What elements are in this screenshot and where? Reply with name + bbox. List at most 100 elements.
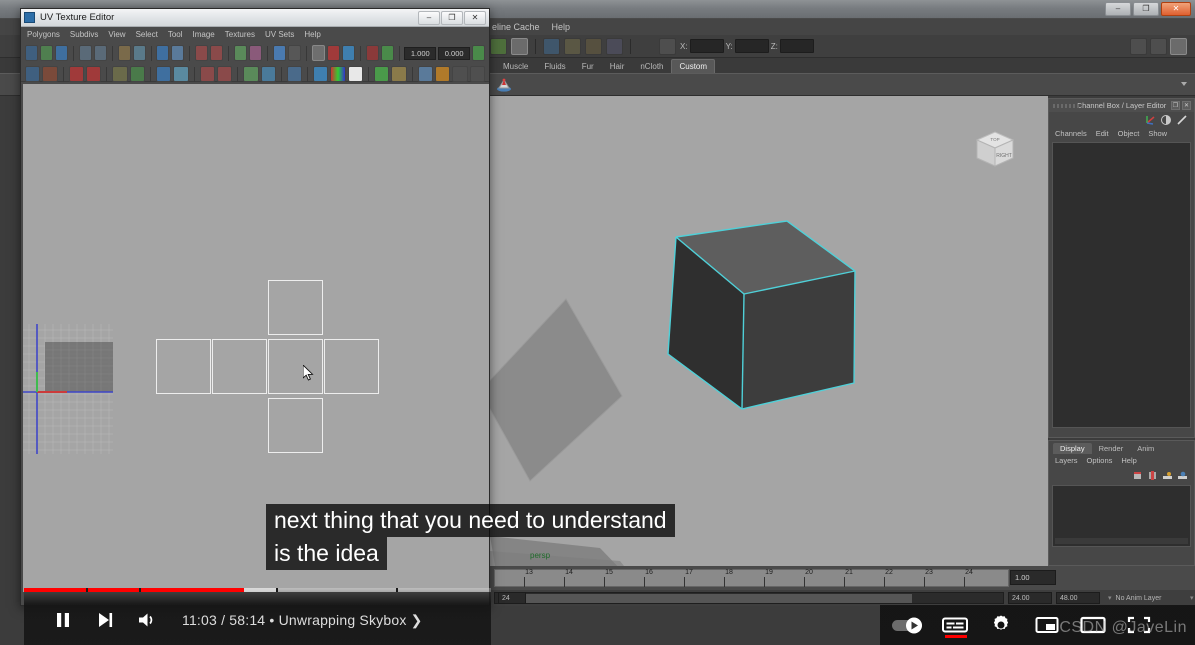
uv-editor-titlebar[interactable]: UV Texture Editor – ❐ ✕	[21, 9, 489, 27]
selection-mask-icon[interactable]	[490, 37, 507, 55]
uv-dim-image-icon[interactable]	[286, 66, 303, 82]
layer-tab-anim[interactable]: Anim	[1130, 443, 1161, 454]
uv-rotate-cw-icon[interactable]	[85, 66, 102, 82]
uv-move-uv-icon[interactable]	[78, 45, 92, 61]
volume-button[interactable]	[126, 600, 168, 640]
uv-layout-icon[interactable]	[234, 45, 248, 61]
uv-close-button[interactable]: ✕	[464, 10, 486, 25]
uv-texture-border-icon[interactable]	[42, 66, 58, 82]
uv-face-front[interactable]	[212, 339, 267, 394]
uv-lock-icon[interactable]	[452, 66, 468, 82]
shelf-overflow-icon[interactable]	[1179, 76, 1195, 94]
uv-split-uv-icon[interactable]	[132, 45, 146, 61]
new-layer-from-selection-icon[interactable]	[1147, 470, 1158, 481]
captions-button[interactable]	[934, 608, 976, 642]
uv-snap-magnet-icon[interactable]	[326, 45, 340, 61]
maya-menu-pipeline-cache[interactable]: eline Cache	[492, 22, 540, 32]
anim-layer-dropdown[interactable]: ▾ No Anim Layer	[1108, 592, 1161, 604]
render-current-frame-icon[interactable]	[564, 37, 581, 55]
channel-box-float-button[interactable]: ❐	[1171, 101, 1180, 110]
uv-menu-view[interactable]: View	[108, 30, 125, 39]
uv-menu-image[interactable]: Image	[193, 30, 215, 39]
uv-paste-icon[interactable]	[435, 66, 451, 82]
next-video-button[interactable]	[84, 600, 126, 640]
uv-apply-icon[interactable]	[472, 45, 486, 61]
uv-move-sew-icon[interactable]	[173, 66, 189, 82]
uv-maximize-button[interactable]: ❐	[441, 10, 463, 25]
layer-membership-icon[interactable]	[1162, 470, 1173, 481]
uv-unitize-icon[interactable]	[249, 45, 263, 61]
coord-input-z[interactable]	[779, 39, 814, 53]
attribute-editor-icon[interactable]	[1170, 37, 1187, 55]
channel-box-panel-buttons[interactable]: ❐ ✕	[1171, 101, 1191, 110]
uv-face-bottom[interactable]	[268, 398, 323, 453]
uv-uv-snapshot-icon[interactable]	[391, 66, 407, 82]
channel-menu-show[interactable]: Show	[1148, 129, 1167, 138]
uv-menu-select[interactable]: Select	[136, 30, 158, 39]
uv-face-right[interactable]	[268, 339, 323, 394]
uv-rgb-channel-icon[interactable]	[330, 66, 346, 82]
uv-isolate-select-icon[interactable]	[287, 45, 301, 61]
layer-tab-render[interactable]: Render	[1092, 443, 1131, 454]
uv-shaded-display-icon[interactable]	[341, 45, 355, 61]
shelf-tab-muscle[interactable]: Muscle	[495, 59, 537, 73]
shelf-tab-fur[interactable]: Fur	[573, 59, 602, 73]
coord-input-y[interactable]	[734, 39, 769, 53]
channel-menu-channels[interactable]: Channels	[1055, 129, 1087, 138]
layer-list-scrollbar[interactable]	[1055, 538, 1188, 544]
uv-numeric-field-1[interactable]: 1.000	[404, 46, 437, 60]
uv-grid-icon[interactable]	[25, 45, 39, 61]
layer-menu-layers[interactable]: Layers	[1055, 456, 1078, 465]
uv-menu-polygons[interactable]: Polygons	[27, 30, 60, 39]
maya-restore-button[interactable]: ❐	[1133, 2, 1159, 16]
new-layer-icon[interactable]	[1132, 470, 1143, 481]
uv-menu-uv-sets[interactable]: UV Sets	[265, 30, 294, 39]
chevron-down-icon[interactable]	[638, 38, 655, 55]
settings-button[interactable]	[980, 608, 1022, 642]
current-frame-field[interactable]: 1.00	[1010, 570, 1056, 585]
uv-menu-textures[interactable]: Textures	[225, 30, 255, 39]
move-axis-icon[interactable]	[1144, 114, 1156, 126]
uv-add-shell-icon[interactable]	[40, 45, 54, 61]
uv-rotate-ccw-icon[interactable]	[68, 66, 84, 82]
uv-align-bottom-icon[interactable]	[199, 66, 215, 82]
shading-half-circle-icon[interactable]	[1160, 114, 1172, 126]
maya-minimize-button[interactable]: –	[1105, 2, 1131, 16]
layer-select-objects-icon[interactable]	[1177, 470, 1188, 481]
shelf-tab-ncloth[interactable]: nCloth	[632, 59, 672, 73]
chapter-title[interactable]: Unwrapping Skybox	[279, 612, 407, 628]
uv-face-back[interactable]	[324, 339, 379, 394]
maya-perspective-viewport[interactable]: TOP RIGHT persp	[490, 96, 1048, 566]
range-slider-handle[interactable]	[517, 594, 912, 603]
uv-cut-uv-icon[interactable]	[117, 45, 131, 61]
chapter-chevron-icon[interactable]: ❯	[411, 612, 423, 628]
channel-menu-object[interactable]: Object	[1118, 129, 1140, 138]
range-start-field[interactable]: 24	[498, 592, 526, 604]
layer-menu-options[interactable]: Options	[1087, 456, 1113, 465]
uv-copy-icon[interactable]	[417, 66, 434, 82]
character-set-dropdown[interactable]: ▾ No Character Set	[1190, 592, 1195, 604]
channel-box-attribute-list[interactable]	[1052, 142, 1191, 428]
ipr-render-icon[interactable]	[585, 37, 602, 55]
maya-timeline[interactable]: 13 14 15 16 17 18 19 20 21 22 23 24 1.00	[490, 566, 1195, 590]
uv-stack-shells-icon[interactable]	[260, 66, 276, 82]
uv-align-left-icon[interactable]	[195, 45, 209, 61]
pencil-icon[interactable]	[1176, 114, 1188, 126]
maya-range-slider[interactable]: 24 24.00 48.00 ▾ No Anim Layer ▾ No Char…	[490, 590, 1195, 606]
uv-cycle-uv-icon[interactable]	[374, 66, 390, 82]
panel-layout-icon[interactable]	[1150, 37, 1167, 55]
uv-menu-help[interactable]: Help	[304, 30, 320, 39]
layer-tab-display[interactable]: Display	[1053, 443, 1092, 454]
pause-button[interactable]	[42, 600, 84, 640]
viewport-viewcube[interactable]: TOP RIGHT	[972, 126, 1018, 172]
range-slider-track[interactable]	[494, 592, 1004, 604]
channel-menu-edit[interactable]: Edit	[1096, 129, 1109, 138]
uv-sew-uv-icon[interactable]	[155, 66, 172, 82]
maya-window-controls[interactable]: – ❐ ✕	[1105, 2, 1191, 16]
channel-box-close-button[interactable]: ✕	[1182, 101, 1191, 110]
uv-unlock-icon[interactable]	[469, 66, 486, 82]
custom-shelf-object-icon[interactable]	[496, 77, 512, 93]
uv-axis-icon[interactable]	[129, 66, 145, 82]
uv-face-top[interactable]	[268, 280, 323, 335]
snap-grid-icon[interactable]	[511, 37, 528, 55]
